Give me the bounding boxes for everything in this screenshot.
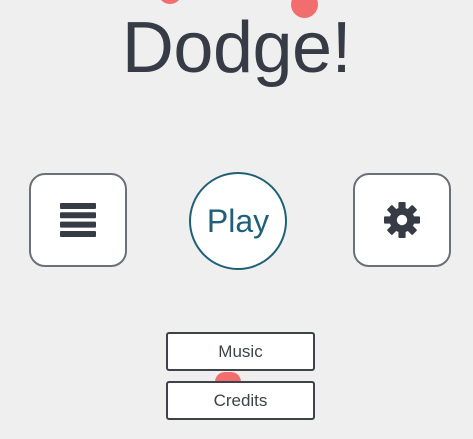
hamburger-menu-icon [60,203,96,237]
credits-button-label: Credits [213,390,268,410]
music-button[interactable]: Music [166,332,315,371]
credits-button[interactable]: Credits [166,381,315,420]
game-title: Dodge! [121,8,352,88]
gear-icon [384,202,420,238]
menu-button[interactable] [29,173,127,267]
settings-button[interactable] [353,173,451,267]
obstacle-ball [158,0,182,4]
music-button-label: Music [218,341,263,361]
play-button-label: Play [206,203,270,239]
play-button[interactable]: Play [189,172,287,270]
